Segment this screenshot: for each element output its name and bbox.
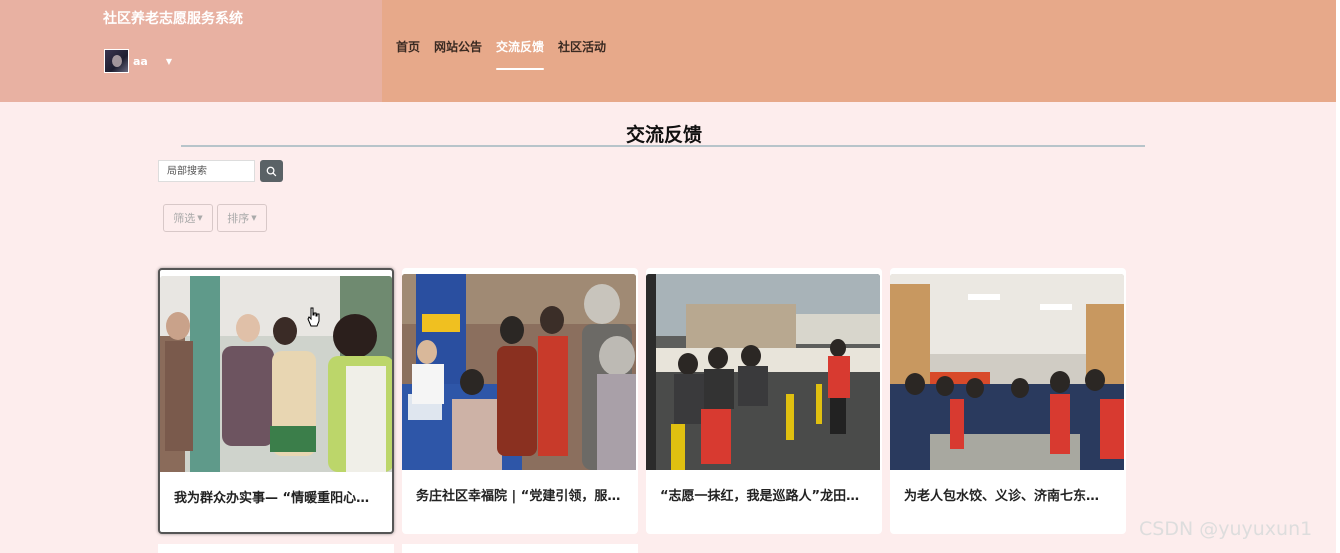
feedback-card-peek[interactable]: [158, 544, 394, 553]
header: 社区养老志愿服务系统 aa ▼ 首页 网站公告 交流反馈 社区活动: [0, 0, 1336, 102]
title-divider: [181, 145, 1145, 147]
card-title[interactable]: “志愿一抹红，我是巡路人”龙田…: [660, 485, 872, 504]
nav-item-home[interactable]: 首页: [396, 38, 420, 59]
site-title[interactable]: 社区养老志愿服务系统: [103, 8, 243, 28]
card-photo[interactable]: [402, 274, 636, 470]
scrollbar-track[interactable]: [1336, 0, 1340, 553]
feedback-card[interactable]: “志愿一抹红，我是巡路人”龙田…: [646, 268, 882, 534]
card-photo[interactable]: [646, 274, 880, 470]
feedback-card[interactable]: 为老人包水饺、义诊、济南七东…: [890, 268, 1126, 534]
feedback-card[interactable]: 务庄社区幸福院 | “党建引领，服…: [402, 268, 638, 534]
feedback-card[interactable]: 我为群众办实事— “情暖重阳心…: [158, 268, 394, 534]
pointer-hand-icon: [307, 307, 320, 327]
sort-label: 排序: [227, 212, 250, 225]
card-title[interactable]: 务庄社区幸福院 | “党建引领，服…: [416, 485, 628, 504]
filter-button[interactable]: 筛选 ▼: [163, 204, 213, 232]
main-nav: 首页 网站公告 交流反馈 社区活动: [396, 38, 620, 70]
caret-down-icon: ▼: [251, 214, 257, 222]
user-menu[interactable]: aa ▼: [104, 49, 172, 73]
search-icon: [266, 166, 277, 176]
search-button[interactable]: [260, 160, 283, 182]
card-photo[interactable]: [890, 274, 1124, 470]
nav-item-announcements[interactable]: 网站公告: [434, 38, 482, 59]
card-title[interactable]: 我为群众办实事— “情暖重阳心…: [174, 487, 386, 506]
watermark: CSDN @yuyuxun1: [1139, 518, 1313, 540]
feedback-card-peek[interactable]: [402, 544, 638, 553]
sort-button[interactable]: 排序 ▼: [217, 204, 267, 232]
caret-down-icon[interactable]: ▼: [166, 57, 172, 66]
card-title[interactable]: 为老人包水饺、义诊、济南七东…: [904, 485, 1116, 504]
page-title: 交流反馈: [625, 124, 702, 146]
caret-down-icon: ▼: [197, 214, 203, 222]
avatar[interactable]: [104, 49, 129, 73]
nav-item-feedback[interactable]: 交流反馈: [496, 38, 545, 70]
card-photo[interactable]: [160, 276, 392, 472]
username[interactable]: aa: [133, 55, 148, 68]
search-input[interactable]: [158, 160, 255, 182]
nav-item-activities[interactable]: 社区活动: [558, 38, 606, 59]
header-brand-panel: 社区养老志愿服务系统 aa ▼: [0, 0, 382, 102]
filter-label: 筛选: [173, 212, 196, 225]
